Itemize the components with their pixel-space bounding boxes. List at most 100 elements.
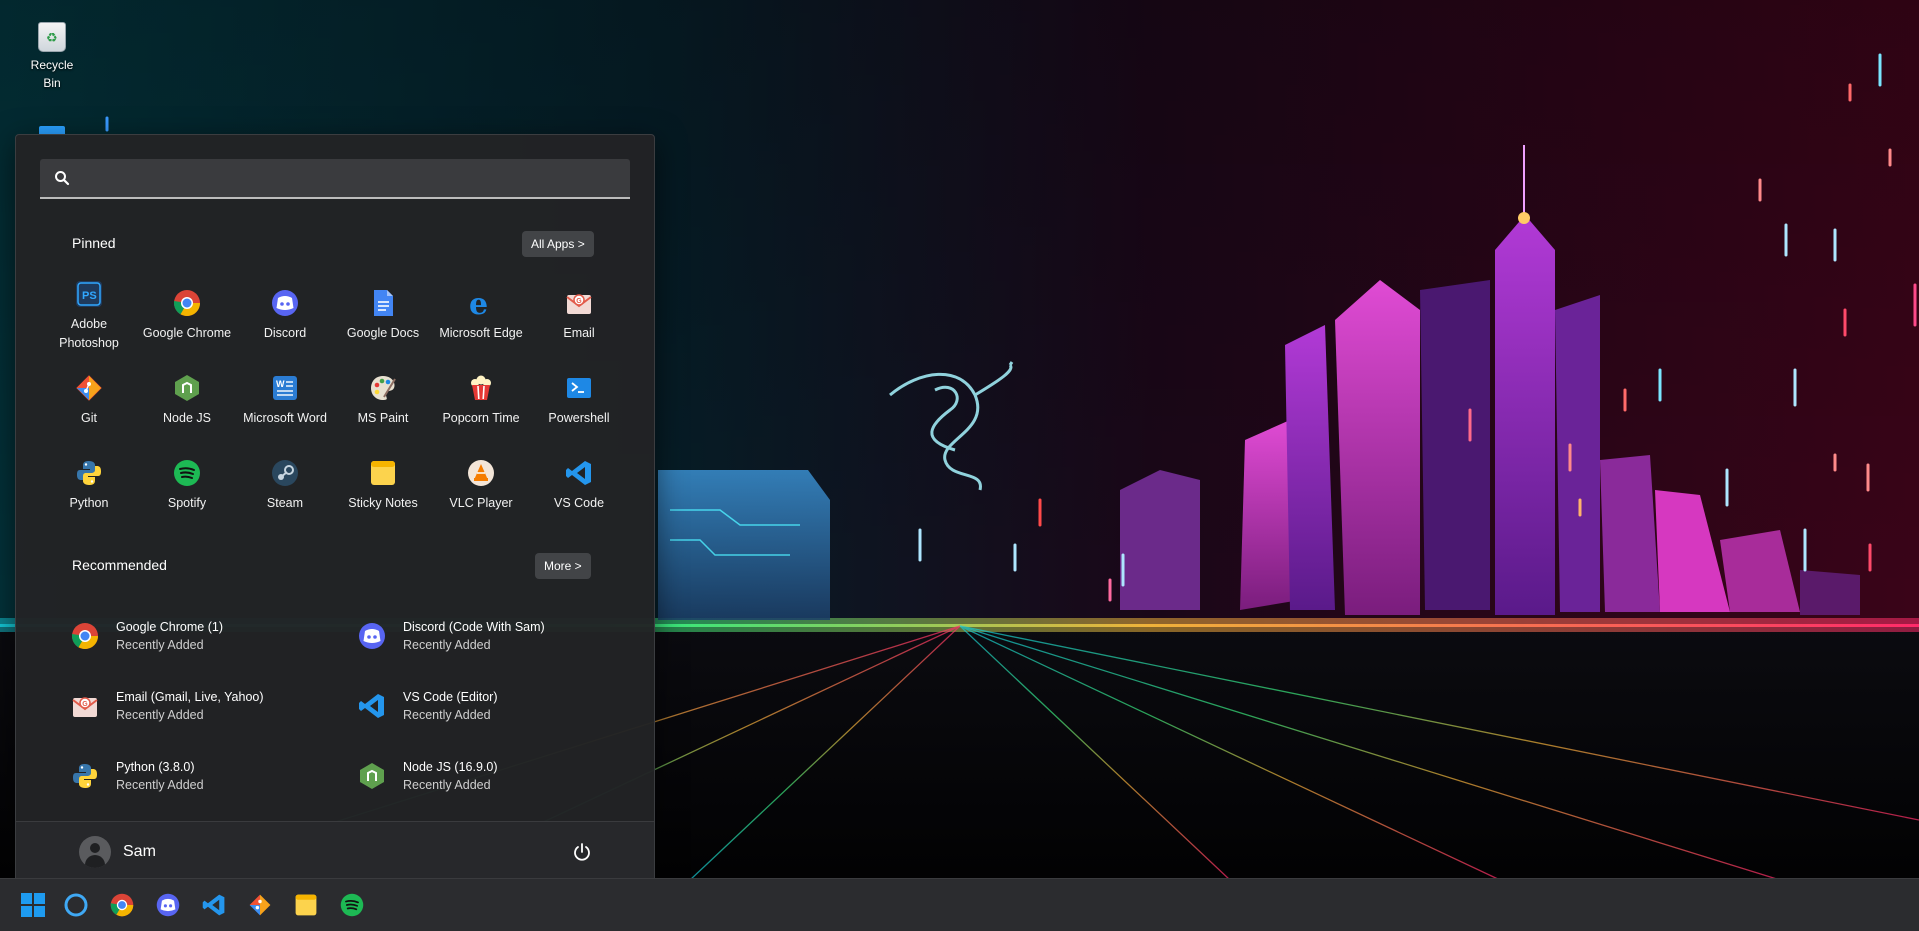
recommended-item[interactable]: Python (3.8.0) Recently Added bbox=[70, 741, 357, 811]
recycle-bin-desktop-icon[interactable]: Recycle Bin bbox=[22, 22, 82, 92]
app-label: Sticky Notes bbox=[348, 496, 418, 510]
pinned-app-sticky-notes[interactable]: Sticky Notes bbox=[334, 443, 432, 528]
email-icon: G bbox=[70, 691, 100, 721]
search-input[interactable] bbox=[84, 159, 614, 197]
recommended-item-subtitle: Recently Added bbox=[116, 778, 204, 792]
pinned-app-paint[interactable]: MS Paint bbox=[334, 358, 432, 443]
recommended-title: Recommended bbox=[72, 557, 167, 573]
git-icon bbox=[74, 373, 104, 403]
app-label: Steam bbox=[266, 496, 304, 510]
recommended-item[interactable]: G Email (Gmail, Live, Yahoo) Recently Ad… bbox=[70, 671, 357, 741]
app-label: Google Docs bbox=[346, 326, 420, 340]
sticky-notes-icon[interactable] bbox=[292, 891, 320, 919]
recommended-item-subtitle: Recently Added bbox=[403, 638, 491, 652]
sticky-notes-icon bbox=[368, 458, 398, 488]
desktop-shortcut-icon[interactable] bbox=[39, 126, 65, 134]
start-menu: Pinned All Apps > PS Adobe Photoshop Goo… bbox=[15, 134, 655, 882]
pinned-app-git[interactable]: Git bbox=[40, 358, 138, 443]
recommended-item-subtitle: Recently Added bbox=[403, 708, 491, 722]
powershell-icon bbox=[564, 373, 594, 403]
spotify-icon[interactable] bbox=[338, 891, 366, 919]
all-apps-button[interactable]: All Apps > bbox=[522, 231, 594, 257]
recommended-item[interactable]: Node JS (16.9.0) Recently Added bbox=[357, 741, 627, 811]
google-docs-icon bbox=[368, 288, 398, 318]
discord-icon[interactable] bbox=[154, 891, 182, 919]
more-button[interactable]: More > bbox=[535, 553, 591, 579]
pinned-app-popcorn-time[interactable]: Popcorn Time bbox=[432, 358, 530, 443]
app-label: Adobe Photoshop bbox=[59, 316, 119, 350]
python-icon bbox=[74, 458, 104, 488]
windows-start-icon[interactable] bbox=[19, 891, 47, 919]
vscode-icon bbox=[357, 691, 387, 721]
recycle-bin-icon bbox=[38, 22, 66, 52]
svg-text:G: G bbox=[82, 701, 88, 708]
pinned-app-discord[interactable]: Discord bbox=[236, 273, 334, 358]
app-label: Email bbox=[563, 326, 595, 340]
start-search-box[interactable] bbox=[40, 159, 630, 199]
recommended-item-subtitle: Recently Added bbox=[116, 708, 204, 722]
search-icon bbox=[55, 171, 70, 186]
taskbar bbox=[0, 878, 1919, 931]
pinned-app-vscode[interactable]: VS Code bbox=[530, 443, 628, 528]
chrome-icon[interactable] bbox=[108, 891, 136, 919]
vscode-icon[interactable] bbox=[200, 891, 228, 919]
pinned-app-python[interactable]: Python bbox=[40, 443, 138, 528]
svg-text:W: W bbox=[276, 379, 285, 389]
chrome-icon bbox=[70, 621, 100, 651]
pinned-app-vlc[interactable]: VLC Player bbox=[432, 443, 530, 528]
discord-icon bbox=[270, 288, 300, 318]
pinned-app-steam[interactable]: Steam bbox=[236, 443, 334, 528]
vscode-icon bbox=[564, 458, 594, 488]
app-label: Powershell bbox=[548, 411, 610, 425]
svg-text:e: e bbox=[469, 288, 488, 318]
recommended-item-title: Google Chrome (1) bbox=[116, 620, 223, 634]
pinned-app-word[interactable]: W Microsoft Word bbox=[236, 358, 334, 443]
recommended-item[interactable]: Discord (Code With Sam) Recently Added bbox=[357, 601, 627, 671]
app-label: Node JS bbox=[163, 411, 211, 425]
recommended-item-title: Node JS (16.9.0) bbox=[403, 760, 498, 774]
pinned-app-nodejs[interactable]: Node JS bbox=[138, 358, 236, 443]
svg-text:G: G bbox=[576, 298, 582, 305]
recommended-item-title: VS Code (Editor) bbox=[403, 690, 498, 704]
app-label: Microsoft Word bbox=[243, 411, 327, 425]
pinned-app-chrome[interactable]: Google Chrome bbox=[138, 273, 236, 358]
email-icon: G bbox=[564, 288, 594, 318]
pinned-apps-grid: PS Adobe Photoshop Google Chrome Discord… bbox=[40, 273, 628, 528]
pinned-title: Pinned bbox=[72, 235, 116, 251]
avatar bbox=[79, 836, 111, 868]
recommended-item-title: Discord (Code With Sam) bbox=[403, 620, 545, 634]
recommended-item-subtitle: Recently Added bbox=[403, 778, 491, 792]
chrome-icon bbox=[172, 288, 202, 318]
steam-icon bbox=[270, 458, 300, 488]
app-label: Git bbox=[81, 411, 97, 425]
app-label: Google Chrome bbox=[142, 326, 232, 340]
pinned-app-photoshop[interactable]: PS Adobe Photoshop bbox=[40, 273, 138, 358]
recommended-item-title: Python (3.8.0) bbox=[116, 760, 195, 774]
photoshop-icon: PS bbox=[74, 279, 104, 309]
app-label: Python bbox=[69, 496, 109, 510]
edge-icon: e bbox=[466, 288, 496, 318]
popcorn-icon bbox=[466, 373, 496, 403]
app-label: Microsoft Edge bbox=[439, 326, 523, 340]
pinned-app-google-docs[interactable]: Google Docs bbox=[334, 273, 432, 358]
start-menu-footer: Sam bbox=[16, 821, 654, 881]
vlc-icon bbox=[466, 458, 496, 488]
pinned-app-email[interactable]: G Email bbox=[530, 273, 628, 358]
app-label: MS Paint bbox=[357, 411, 409, 425]
git-icon[interactable] bbox=[246, 891, 274, 919]
app-label: Discord bbox=[263, 326, 307, 340]
discord-icon bbox=[357, 621, 387, 651]
recommended-item[interactable]: VS Code (Editor) Recently Added bbox=[357, 671, 627, 741]
pinned-app-powershell[interactable]: Powershell bbox=[530, 358, 628, 443]
pinned-app-edge[interactable]: e Microsoft Edge bbox=[432, 273, 530, 358]
user-account-button[interactable]: Sam bbox=[79, 836, 156, 868]
power-icon[interactable] bbox=[572, 842, 592, 862]
recommended-item-title: Email (Gmail, Live, Yahoo) bbox=[116, 690, 264, 704]
paint-icon bbox=[368, 373, 398, 403]
pinned-app-spotify[interactable]: Spotify bbox=[138, 443, 236, 528]
app-label: Popcorn Time bbox=[442, 411, 520, 425]
user-name: Sam bbox=[123, 843, 156, 860]
search-circle-icon[interactable] bbox=[62, 891, 90, 919]
recycle-bin-label: Recycle Bin bbox=[30, 58, 74, 90]
recommended-item[interactable]: Google Chrome (1) Recently Added bbox=[70, 601, 357, 671]
